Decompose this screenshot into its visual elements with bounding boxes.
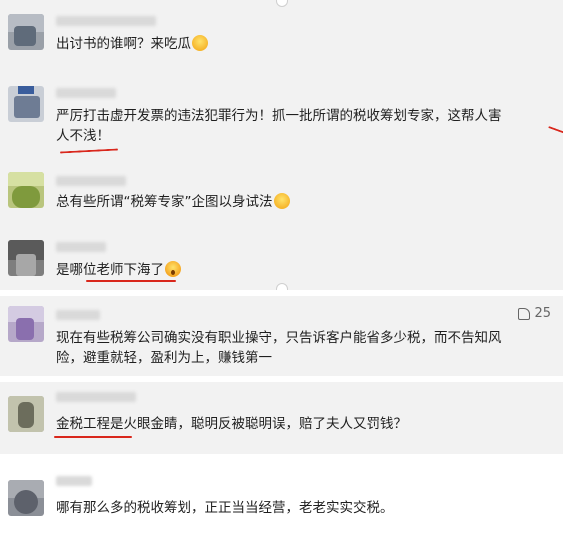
avatar (8, 86, 44, 122)
comment-text-line-1: 严厉打击虚开发票的违法犯罪行为！抓一批所谓的税收筹划专家，这帮人害 (56, 108, 502, 124)
commenter-name (56, 242, 106, 252)
highlight-underline (548, 125, 563, 135)
comment-text: 总有些所谓“税筹专家”企图以身试法 (56, 192, 290, 212)
commenter-name (56, 392, 136, 402)
avatar (8, 480, 44, 516)
comment-text-line-1: 现在有些税筹公司确实没有职业操守，只告诉客户能省多少税，而不告知风 (56, 330, 502, 346)
comment-item: 是哪位老师下海了 (0, 232, 563, 288)
comment-item: 总有些所谓“税筹专家”企图以身试法 (0, 170, 563, 220)
panel-connector-dot (276, 283, 288, 290)
commenter-name (56, 176, 126, 186)
comment-card: 哪有那么多的税收筹划，正正当当经营，老老实实交税。 (0, 460, 563, 544)
thumbs-up-icon[interactable] (518, 307, 531, 320)
commenter-name (56, 88, 116, 98)
like-count: 25 (534, 306, 551, 321)
commenter-name (56, 16, 156, 26)
comment-text: 金税工程是火眼金睛，聪明反被聪明误，赔了夫人又罚钱？ (56, 416, 407, 432)
shocked-face-icon (165, 261, 181, 277)
comment-item: 出讨书的谁啊？来吃瓜 (0, 10, 563, 60)
comment-card: 25 现在有些税筹公司确实没有职业操守，只告诉客户能省多少税，而不告知风 险，避… (0, 296, 563, 376)
panel-connector-dot (276, 0, 288, 7)
comment-card: 金税工程是火眼金睛，聪明反被聪明误，赔了夫人又罚钱？ (0, 382, 563, 454)
highlight-underline (54, 436, 132, 438)
comment-text: 是哪位老师下海了 (56, 260, 181, 280)
avatar (8, 14, 44, 50)
avatar (8, 240, 44, 276)
laugh-icon (273, 193, 290, 209)
comment-text: 出讨书的谁啊？来吃瓜 (56, 34, 208, 54)
highlight-underline (86, 280, 176, 282)
highlight-underline (59, 148, 119, 154)
commenter-name (56, 476, 92, 486)
comment-text-line-2: 险，避重就轻，盈利为上，赚钱第一 (56, 350, 272, 366)
avatar (8, 306, 44, 342)
comments-panel-top: 出讨书的谁啊？来吃瓜 严厉打击虚开发票的违法犯罪行为！抓一批所谓的税收筹划专家，… (0, 0, 563, 290)
commenter-name (56, 310, 100, 320)
avatar (8, 396, 44, 432)
laugh-icon (192, 35, 208, 51)
avatar (8, 172, 44, 208)
like-counter[interactable]: 25 (518, 306, 551, 321)
comment-text-line-2: 人不浅！ (56, 128, 110, 144)
comment-text: 哪有那么多的税收筹划，正正当当经营，老老实实交税。 (56, 500, 394, 516)
comment-item: 严厉打击虚开发票的违法犯罪行为！抓一批所谓的税收筹划专家，这帮人害 人不浅！ (0, 72, 563, 162)
